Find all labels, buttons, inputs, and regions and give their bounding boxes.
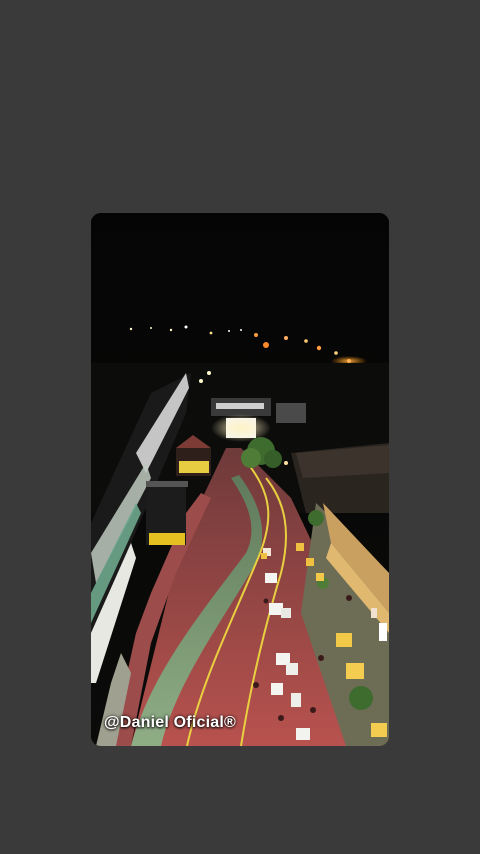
night-aerial-photo-image bbox=[91, 213, 389, 746]
watermark-text: @Daniel Oficial® bbox=[104, 714, 236, 731]
story-photo[interactable]: @Daniel Oficial® bbox=[91, 213, 389, 746]
story-viewer: @Daniel Oficial® bbox=[0, 0, 480, 854]
